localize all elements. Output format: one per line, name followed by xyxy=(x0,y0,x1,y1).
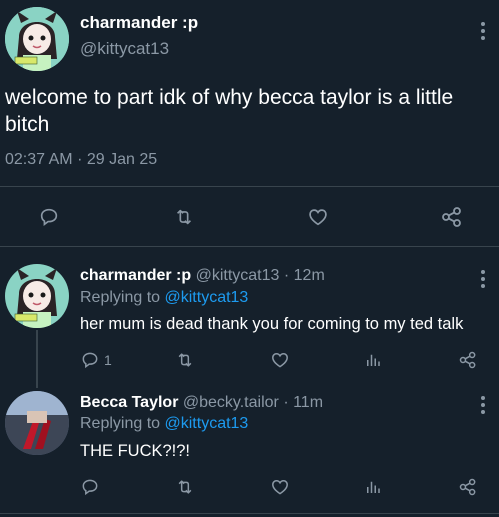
reply-2-reply-button[interactable] xyxy=(80,477,100,497)
reply-1-handle[interactable]: @kittycat13 xyxy=(196,267,280,284)
reply-1-header: charmander :p @kittycat13 · 12m xyxy=(80,267,325,285)
like-icon xyxy=(272,352,288,368)
reply-1-age[interactable]: 12m xyxy=(294,267,325,284)
reply-icon xyxy=(40,208,58,226)
like-icon xyxy=(309,209,327,226)
reply-2-handle[interactable]: @becky.tailor xyxy=(183,394,279,411)
reply-2-avatar[interactable] xyxy=(5,391,69,455)
retweet-icon xyxy=(176,209,192,225)
reply-2-replying-line: Replying to @kittycat13 xyxy=(80,415,248,433)
views-icon xyxy=(367,481,380,493)
divider-bottom xyxy=(0,513,499,514)
reply-1-replying-prefix: Replying to xyxy=(80,289,161,306)
main-tweet-display-name[interactable]: charmander :p xyxy=(80,13,198,33)
like-icon xyxy=(272,479,288,495)
reply-2-replying-to-link[interactable]: @kittycat13 xyxy=(165,415,249,432)
reply-2-retweet-button[interactable] xyxy=(174,477,196,497)
reply-1-replying-line: Replying to @kittycat13 xyxy=(80,289,248,307)
divider-main-bottom xyxy=(0,246,499,247)
share-icon xyxy=(442,207,461,227)
reply-1-reply-count: 1 xyxy=(104,352,112,368)
reply-2-share-button[interactable] xyxy=(458,477,478,497)
reply-1-text: her mum is dead thank you for coming to … xyxy=(80,315,464,333)
reply-2-views-button[interactable] xyxy=(364,477,382,497)
divider-main-top xyxy=(0,186,499,187)
reply-1-display-name[interactable]: charmander :p xyxy=(80,267,191,284)
reply-2-more-icon[interactable] xyxy=(480,396,486,417)
share-icon xyxy=(459,478,476,496)
reply-1-more-icon[interactable] xyxy=(480,270,486,291)
timestamp-separator: · xyxy=(77,151,83,168)
reply-2-text: THE FUCK?!?! xyxy=(80,442,191,460)
reply-1-avatar[interactable] xyxy=(5,264,69,328)
reply-2-like-button[interactable] xyxy=(269,477,291,497)
main-tweet-timestamp: 02:37 AM · 29 Jan 25 xyxy=(5,151,157,169)
main-reply-button[interactable] xyxy=(38,206,60,228)
reply-2-display-name[interactable]: Becca Taylor xyxy=(80,394,178,411)
reply-1-retweet-button[interactable] xyxy=(174,350,196,370)
reply-2-header: Becca Taylor @becky.tailor · 11m xyxy=(80,394,323,412)
reply-2-age[interactable]: 11m xyxy=(293,394,323,411)
retweet-icon xyxy=(178,353,192,367)
main-tweet-date[interactable]: 29 Jan 25 xyxy=(87,151,157,168)
reply-1-views-button[interactable] xyxy=(364,350,382,370)
avatar-photo xyxy=(5,391,69,455)
reply-2-separator: · xyxy=(283,394,289,411)
reply-1-share-button[interactable] xyxy=(458,350,478,370)
main-tweet-text: welcome to part idk of why becca taylor … xyxy=(5,86,454,136)
main-tweet-avatar[interactable] xyxy=(5,7,69,71)
retweet-icon xyxy=(178,480,192,494)
main-share-button[interactable] xyxy=(440,205,464,229)
share-icon xyxy=(459,351,476,369)
views-icon xyxy=(367,354,380,366)
reply-1-reply-button[interactable]: 1 xyxy=(80,350,112,370)
main-tweet-handle[interactable]: @kittycat13 xyxy=(80,39,169,59)
reply-1-separator: · xyxy=(283,267,290,284)
main-tweet-more-icon[interactable] xyxy=(480,22,486,43)
avatar-illustration xyxy=(5,7,69,71)
reply-icon xyxy=(82,479,98,496)
avatar-illustration xyxy=(5,264,69,328)
reply-2-replying-prefix: Replying to xyxy=(80,415,161,432)
main-like-button[interactable] xyxy=(306,206,330,228)
main-tweet-time[interactable]: 02:37 AM xyxy=(5,151,73,168)
reply-1-like-button[interactable] xyxy=(269,350,291,370)
reply-icon xyxy=(82,352,98,369)
main-retweet-button[interactable] xyxy=(172,206,196,228)
reply-1-replying-to-link[interactable]: @kittycat13 xyxy=(165,289,249,306)
thread-connector-line xyxy=(36,330,38,388)
